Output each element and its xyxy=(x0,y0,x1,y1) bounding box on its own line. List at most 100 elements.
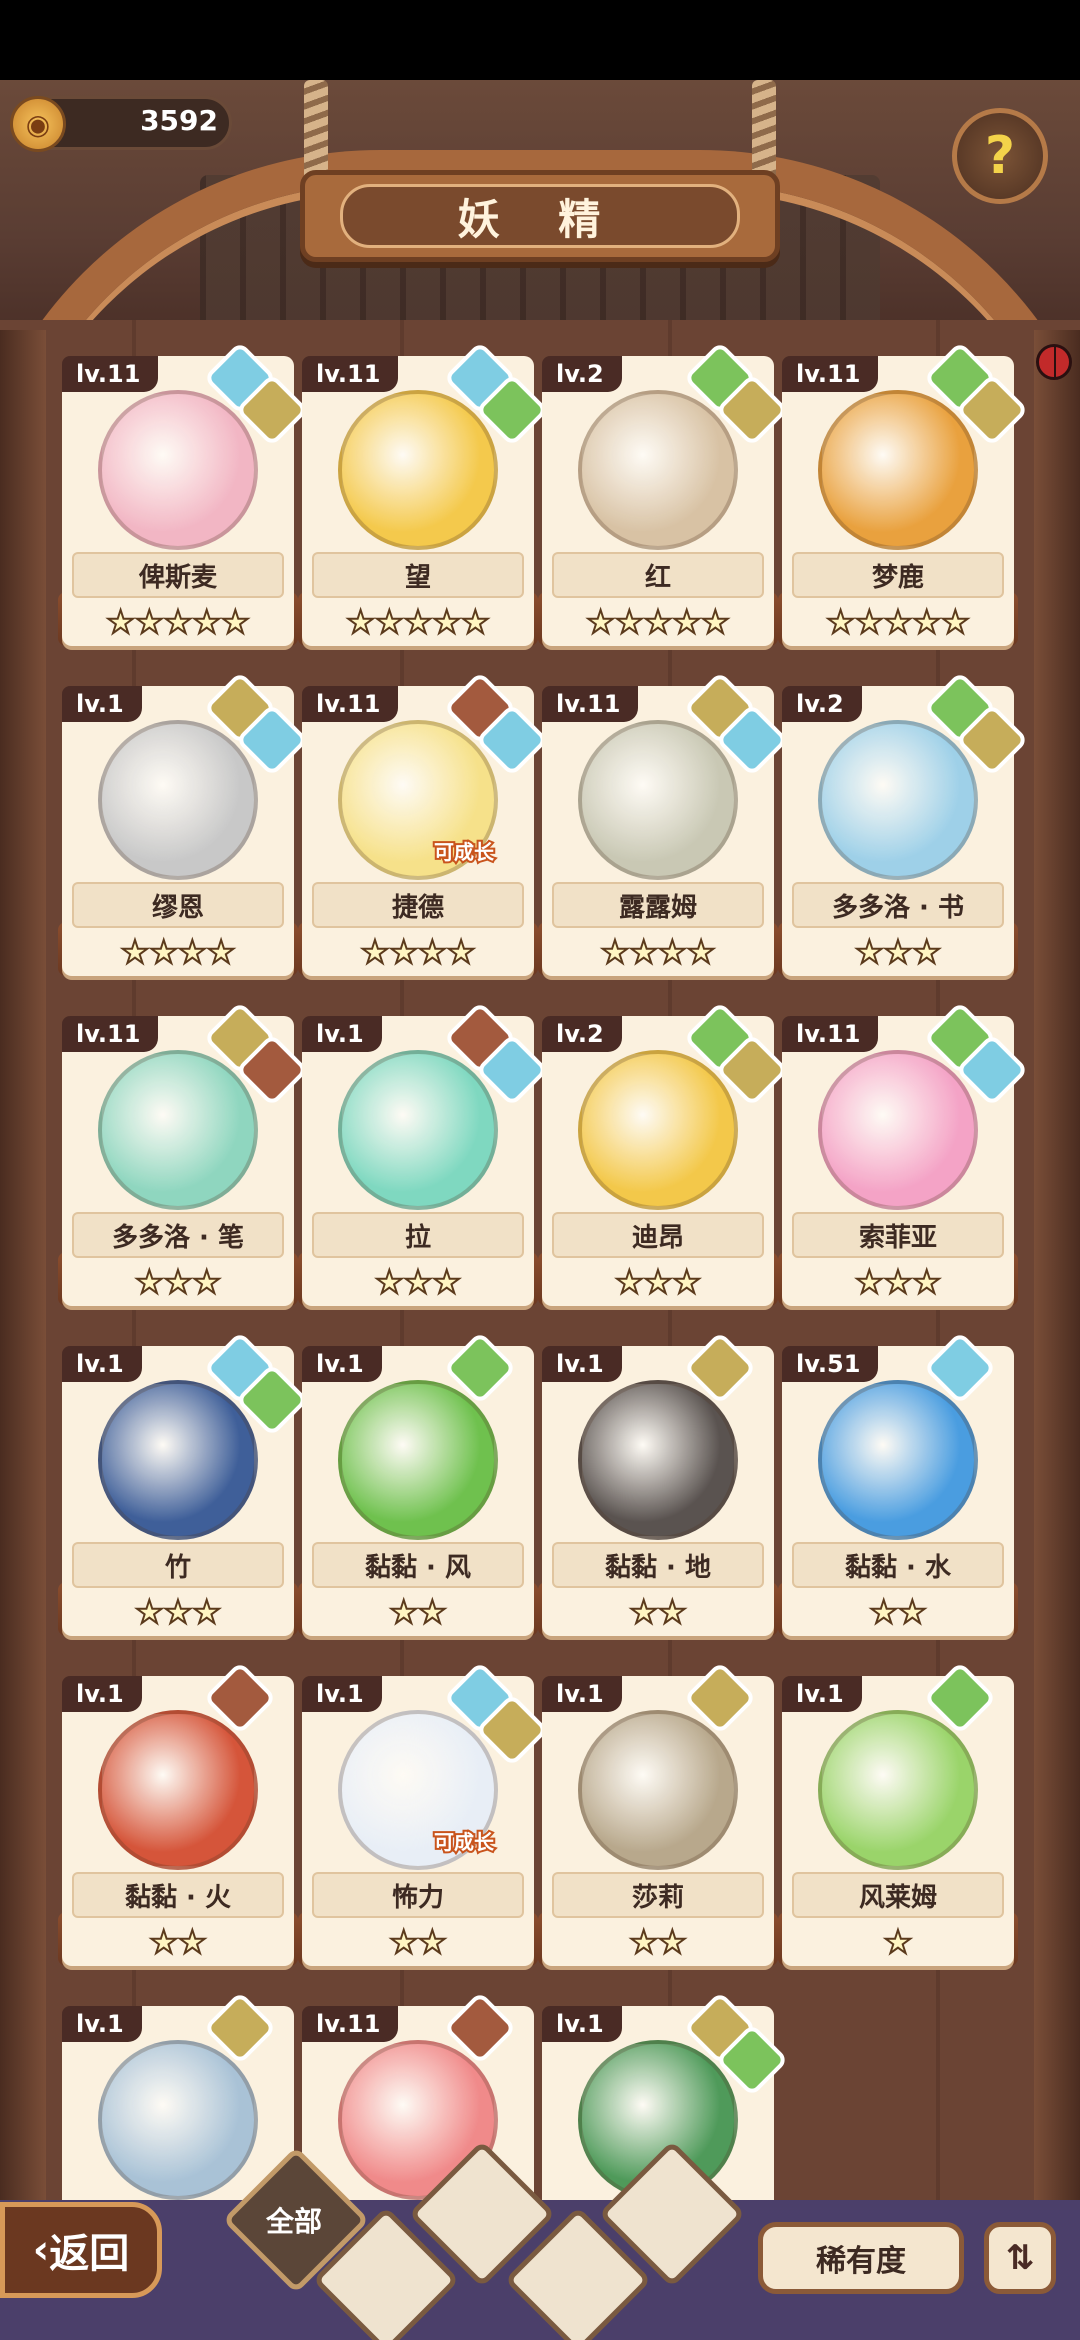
level-tag: lv.11 xyxy=(62,356,159,392)
rarity-sort-button[interactable]: 稀有度 xyxy=(758,2222,964,2294)
fairy-portrait xyxy=(98,1380,258,1540)
fairy-card[interactable]: lv.51 黏黏 · 水 ★★ xyxy=(778,1331,1018,1636)
fairy-portrait xyxy=(578,390,738,550)
fairy-card[interactable]: lv.11 多多洛 · 笔 ★★★ xyxy=(58,1001,309,1306)
fairy-card[interactable]: lv.2 红 ★★★★★ xyxy=(538,341,789,646)
fairy-portrait xyxy=(818,390,978,550)
question-sprout-icon: ? xyxy=(984,126,1016,186)
fairy-name: 索菲亚 xyxy=(792,1212,1004,1258)
star-rating: ★★★ xyxy=(854,1262,942,1302)
fairy-card[interactable]: lv.11 俾斯麦 ★★★★★ xyxy=(58,341,309,646)
star-rating: ★★★★★ xyxy=(585,602,730,642)
level-tag: lv.11 xyxy=(62,1016,159,1052)
fairy-portrait xyxy=(98,390,258,550)
level-tag: lv.1 xyxy=(542,2006,622,2042)
star-rating: ★★★ xyxy=(134,1262,222,1302)
fairy-portrait xyxy=(578,1710,738,1870)
fairy-card[interactable]: lv.1 可成长怖力 ★★ xyxy=(298,1661,549,1966)
level-tag: lv.1 xyxy=(542,1346,622,1382)
star-rating: ★★ xyxy=(628,1922,687,1962)
star-rating: ★ xyxy=(883,1922,914,1962)
level-tag: lv.11 xyxy=(302,356,399,392)
fairy-card[interactable]: lv.1 黏黏 · 火 ★★ xyxy=(58,1661,298,1966)
fairy-portrait xyxy=(98,720,258,880)
level-tag: lv.2 xyxy=(542,1016,622,1052)
level-tag: lv.1 xyxy=(62,1346,142,1382)
fairy-portrait xyxy=(818,1380,978,1540)
fairy-name: 迪昂 xyxy=(552,1212,764,1258)
fairy-card[interactable]: lv.2 多多洛 · 书 ★★★ xyxy=(778,671,1029,976)
fairy-portrait xyxy=(578,720,738,880)
panel-frame-right xyxy=(1034,330,1080,2230)
level-tag: lv.11 xyxy=(302,686,399,722)
fairy-name: 黏黏 · 水 xyxy=(792,1542,1004,1588)
fairy-portrait xyxy=(578,1050,738,1210)
level-tag: lv.1 xyxy=(542,1676,622,1712)
level-tag: lv.2 xyxy=(782,686,862,722)
fairy-name: 竹 xyxy=(72,1542,284,1588)
star-rating: ★★ xyxy=(388,1592,447,1632)
chevron-left-icon: ‹ xyxy=(32,2227,50,2273)
ladybug-icon xyxy=(1036,344,1072,380)
fairy-card[interactable]: lv.1 黏黏 · 地 ★★ xyxy=(538,1331,778,1636)
fairy-portrait xyxy=(338,1380,498,1540)
level-tag: lv.11 xyxy=(782,1016,879,1052)
fairy-portrait xyxy=(98,1710,258,1870)
level-tag: lv.1 xyxy=(302,1016,382,1052)
fairy-card[interactable]: lv.11 梦鹿 ★★★★★ xyxy=(778,341,1029,646)
sort-order-button[interactable]: ⇅ xyxy=(984,2222,1056,2294)
fairy-name: 多多洛 · 笔 xyxy=(72,1212,284,1258)
star-rating: ★★★★ xyxy=(120,932,237,972)
fairy-card[interactable]: lv.1 拉 ★★★ xyxy=(298,1001,549,1306)
fairy-name: 黏黏 · 风 xyxy=(312,1542,524,1588)
fairy-name: 拉 xyxy=(312,1212,524,1258)
fairy-name: 露露姆 xyxy=(552,882,764,928)
fairy-name: 望 xyxy=(312,552,524,598)
sort-icon: ⇅ xyxy=(1005,2238,1035,2278)
star-rating: ★★★★ xyxy=(360,932,477,972)
level-tag: lv.1 xyxy=(62,686,142,722)
fairy-card[interactable]: lv.1 竹 ★★★ xyxy=(58,1331,309,1636)
back-button[interactable]: ‹ 返回 xyxy=(0,2202,162,2298)
fairy-name: 捷德 xyxy=(312,882,524,928)
fairy-name: 多多洛 · 书 xyxy=(792,882,1004,928)
star-rating: ★★★ xyxy=(374,1262,462,1302)
level-tag: lv.1 xyxy=(302,1676,382,1712)
fairy-name: 红 xyxy=(552,552,764,598)
fairy-card[interactable]: lv.11 可成长 捷德 ★★★★ xyxy=(298,671,549,976)
level-tag: lv.1 xyxy=(782,1676,862,1712)
page-title: 妖 精 xyxy=(340,184,740,248)
growable-badge: 可成长 xyxy=(432,1828,496,1856)
fairy-card[interactable]: lv.11 索菲亚 ★★★ xyxy=(778,1001,1029,1306)
level-tag: lv.11 xyxy=(302,2006,399,2042)
fairy-card[interactable]: lv.1 莎莉 ★★ xyxy=(538,1661,778,1966)
star-rating: ★★★ xyxy=(854,932,942,972)
fairy-card[interactable]: lv.1 风莱姆 ★ xyxy=(778,1661,1018,1966)
help-button[interactable]: ? xyxy=(952,108,1048,204)
fairy-card[interactable]: lv.2 迪昂 ★★★ xyxy=(538,1001,789,1306)
fairy-portrait xyxy=(98,1050,258,1210)
fairy-card[interactable]: lv.1 黏黏 · 风 ★★ xyxy=(298,1331,538,1636)
fairy-portrait xyxy=(818,1710,978,1870)
fairy-card[interactable]: lv.11 望 ★★★★★ xyxy=(298,341,549,646)
star-rating: ★★★★★ xyxy=(105,602,250,642)
level-tag: lv.51 xyxy=(782,1346,879,1382)
fairy-name: 缪恩 xyxy=(72,882,284,928)
back-label: 返回 xyxy=(49,2231,130,2277)
star-rating: ★★★ xyxy=(134,1592,222,1632)
fairy-name: 俾斯麦 xyxy=(72,552,284,598)
filter-all-label: 全部 xyxy=(266,2205,323,2238)
star-rating: ★★ xyxy=(388,1922,447,1962)
level-tag: lv.11 xyxy=(542,686,639,722)
level-tag: lv.1 xyxy=(62,2006,142,2042)
star-rating: ★★★★★ xyxy=(345,602,490,642)
star-rating: ★★ xyxy=(628,1592,687,1632)
fairy-name: 风莱姆 xyxy=(792,1872,1004,1918)
level-tag: lv.2 xyxy=(542,356,622,392)
fairy-card[interactable]: lv.11 露露姆 ★★★★ xyxy=(538,671,789,976)
fairy-name: 黏黏 · 火 xyxy=(72,1872,284,1918)
fairy-name: 怖力 xyxy=(312,1872,524,1918)
fairy-portrait xyxy=(818,720,978,880)
fairy-card[interactable]: lv.1 缪恩 ★★★★ xyxy=(58,671,309,976)
fairy-portrait xyxy=(818,1050,978,1210)
